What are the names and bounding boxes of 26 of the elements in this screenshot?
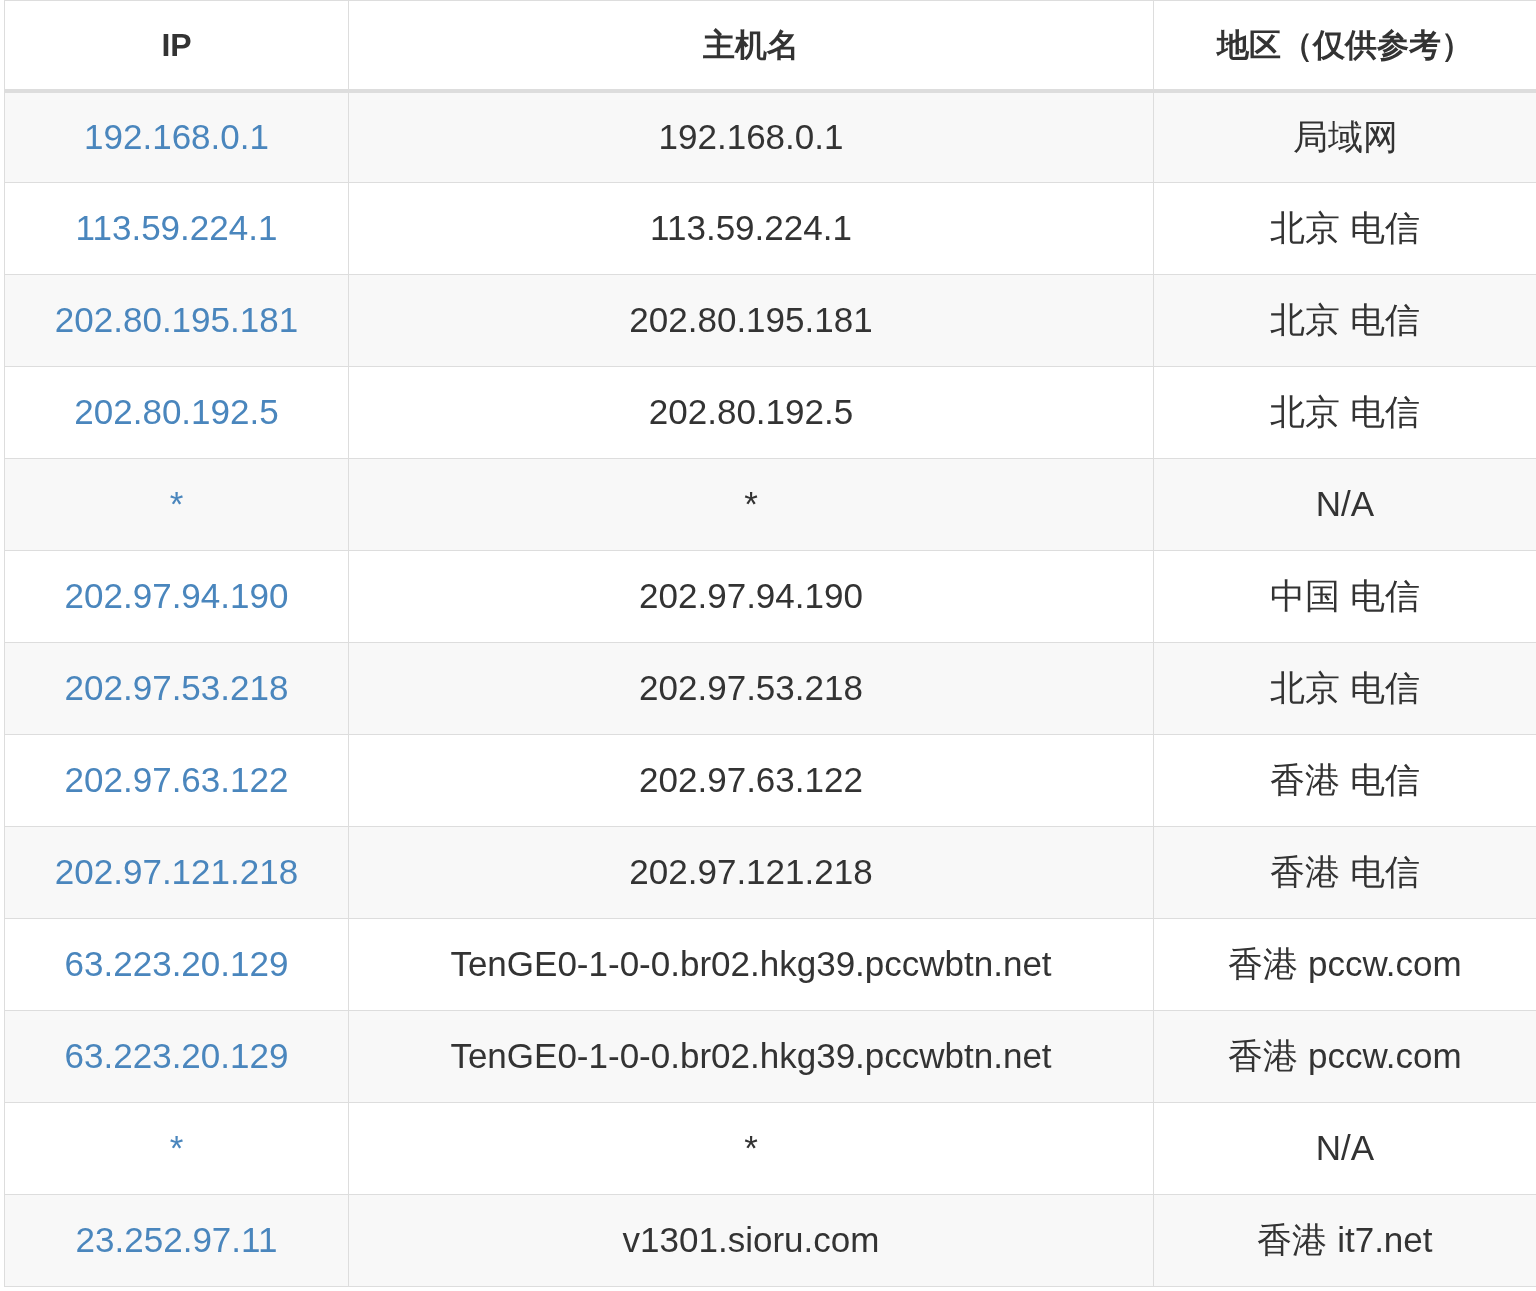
table-cell: 113.59.224.1: [348, 182, 1154, 275]
ip-link[interactable]: *: [169, 1128, 184, 1168]
ip-link[interactable]: 202.97.63.122: [64, 760, 289, 800]
table-cell: TenGE0-1-0-0.br02.hkg39.pccwbtn.net: [348, 918, 1154, 1011]
table-cell: v1301.sioru.com: [348, 1194, 1154, 1287]
ip-link[interactable]: 202.97.121.218: [54, 852, 299, 892]
ip-link[interactable]: 23.252.97.11: [75, 1220, 278, 1260]
ip-link[interactable]: 113.59.224.1: [75, 208, 278, 248]
ip-link[interactable]: *: [169, 484, 184, 524]
table-cell: 202.97.63.122: [348, 734, 1154, 827]
table-cell: 202.97.94.190: [348, 550, 1154, 643]
table-cell: 192.168.0.1: [348, 90, 1154, 183]
table-cell: *: [348, 1102, 1154, 1195]
table-cell: 202.97.121.218: [348, 826, 1154, 919]
table-cell: 202.80.192.5: [348, 366, 1154, 459]
table-cell: TenGE0-1-0-0.br02.hkg39.pccwbtn.net: [348, 1010, 1154, 1103]
table-cell: 202.97.53.218: [348, 642, 1154, 735]
ip-link[interactable]: 202.97.94.190: [64, 576, 289, 616]
ip-link[interactable]: 202.97.53.218: [64, 668, 289, 708]
ip-link[interactable]: 63.223.20.129: [64, 1036, 289, 1076]
ip-link[interactable]: 202.80.195.181: [54, 300, 299, 340]
ip-link[interactable]: 202.80.192.5: [74, 392, 279, 432]
table-cell: *: [348, 458, 1154, 551]
ip-link[interactable]: 63.223.20.129: [64, 944, 289, 984]
ip-link[interactable]: 192.168.0.1: [84, 117, 269, 156]
table-cell: 202.80.195.181: [348, 274, 1154, 367]
